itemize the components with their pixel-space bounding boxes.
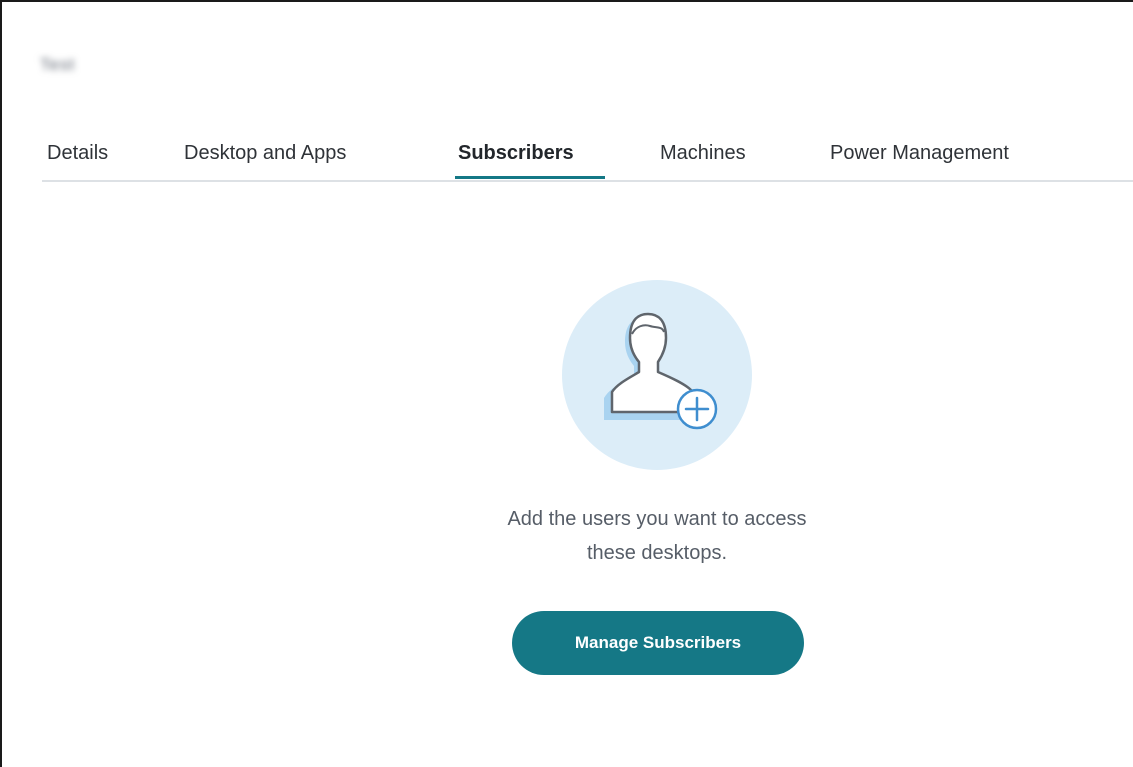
- tab-machines[interactable]: Machines: [660, 142, 746, 165]
- active-tab-indicator: [455, 176, 605, 179]
- empty-state-illustration: [562, 280, 752, 470]
- tab-power-management[interactable]: Power Management: [830, 142, 1009, 165]
- app-window: Test Details Desktop and Apps Subscriber…: [0, 0, 1133, 767]
- page-title: Test: [40, 55, 76, 74]
- add-user-icon: [562, 280, 752, 470]
- tab-bar: Details Desktop and Apps Subscribers Mac…: [42, 128, 1133, 182]
- tab-details[interactable]: Details: [47, 142, 108, 165]
- empty-state-message: Add the users you want to access these d…: [407, 502, 907, 570]
- empty-state-message-line2: these desktops.: [586, 542, 728, 564]
- manage-subscribers-button[interactable]: Manage Subscribers: [512, 611, 804, 675]
- empty-state-message-line1: Add the users you want to access: [507, 508, 807, 530]
- tab-subscribers[interactable]: Subscribers: [458, 142, 574, 165]
- tab-desktop-and-apps[interactable]: Desktop and Apps: [184, 142, 346, 165]
